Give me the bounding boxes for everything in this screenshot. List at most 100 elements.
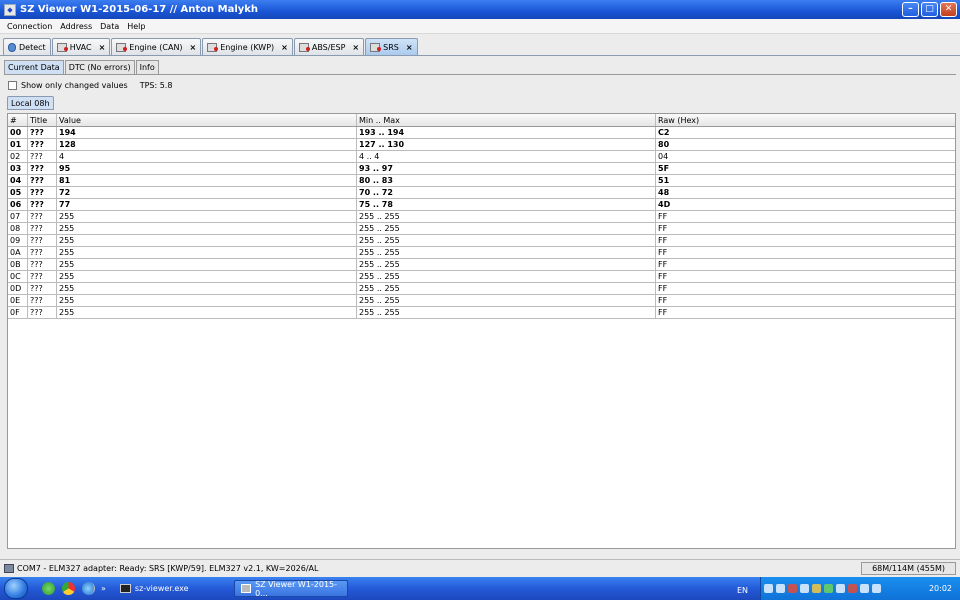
- tab-current-data[interactable]: Current Data: [4, 60, 64, 74]
- cell-number: 0E: [8, 295, 28, 306]
- cell-title: ???: [28, 163, 57, 174]
- cell-minmax: 255 .. 255: [357, 247, 656, 258]
- table-row[interactable]: 00??? 194 193 .. 194 C2: [8, 127, 955, 139]
- data-tabs: Current Data DTC (No errors) Info: [4, 60, 159, 74]
- table-row[interactable]: 03??? 95 93 .. 97 5F: [8, 163, 955, 175]
- tab-info[interactable]: Info: [135, 60, 159, 74]
- table-row[interactable]: 06??? 77 75 .. 78 4D: [8, 199, 955, 211]
- cell-number: 00: [8, 127, 28, 138]
- cell-value: 95: [57, 163, 357, 174]
- table-row[interactable]: 04??? 81 80 .. 83 51: [8, 175, 955, 187]
- detect-icon: [8, 42, 16, 52]
- cell-number: 08: [8, 223, 28, 234]
- table-row[interactable]: 09??? 255 255 .. 255 FF: [8, 235, 955, 247]
- table-row[interactable]: 0B??? 255 255 .. 255 FF: [8, 259, 955, 271]
- menu-data[interactable]: Data: [96, 22, 123, 31]
- column-header-minmax[interactable]: Min .. Max: [357, 114, 656, 126]
- cell-minmax: 255 .. 255: [357, 283, 656, 294]
- cell-value: 194: [57, 127, 357, 138]
- cell-value: 255: [57, 211, 357, 222]
- table-row[interactable]: 0F??? 255 255 .. 255 FF: [8, 307, 955, 319]
- cell-title: ???: [28, 127, 57, 138]
- cell-minmax: 80 .. 83: [357, 175, 656, 186]
- cell-minmax: 70 .. 72: [357, 187, 656, 198]
- tab-dtc[interactable]: DTC (No errors): [64, 60, 135, 74]
- cell-minmax: 127 .. 130: [357, 139, 656, 150]
- quicklaunch-more-icon[interactable]: »: [101, 584, 106, 593]
- tab-abs-esp[interactable]: ABS/ESP ×: [293, 38, 365, 55]
- cell-value: 255: [57, 295, 357, 306]
- tray-monitor-icon[interactable]: [776, 584, 785, 593]
- sz-viewer-icon: [240, 584, 252, 593]
- tray-dropbox-icon[interactable]: [800, 584, 809, 593]
- internet-explorer-icon[interactable]: [82, 582, 95, 595]
- table-row[interactable]: 08??? 255 255 .. 255 FF: [8, 223, 955, 235]
- taskbar: » sz-viewer.exe SZ Viewer W1-2015-0... 2…: [0, 577, 960, 600]
- chrome-icon[interactable]: [62, 582, 75, 595]
- tab-label: SRS: [383, 43, 399, 52]
- subtab-divider: [4, 74, 956, 75]
- minimize-button[interactable]: –: [902, 2, 919, 17]
- column-header-title[interactable]: Title: [28, 114, 57, 126]
- start-button[interactable]: [4, 578, 28, 599]
- close-button[interactable]: ✕: [940, 2, 957, 17]
- cell-title: ???: [28, 151, 57, 162]
- taskbar-item-sz-viewer[interactable]: SZ Viewer W1-2015-0...: [233, 580, 348, 598]
- table-row[interactable]: 0D??? 255 255 .. 255 FF: [8, 283, 955, 295]
- column-header-number[interactable]: #: [8, 114, 28, 126]
- options-row: Show only changed values TPS: 5.8: [8, 79, 172, 91]
- clock[interactable]: 20:02: [929, 584, 952, 593]
- bluetooth-icon[interactable]: [764, 584, 773, 593]
- tab-detect[interactable]: Detect: [3, 38, 51, 55]
- cell-raw: FF: [658, 212, 668, 221]
- table-row[interactable]: 0C??? 255 255 .. 255 FF: [8, 271, 955, 283]
- language-indicator[interactable]: EN: [737, 586, 748, 595]
- tab-close-icon[interactable]: ×: [190, 43, 197, 52]
- menu-address[interactable]: Address: [56, 22, 96, 31]
- network-icon[interactable]: [860, 584, 869, 593]
- taskbar-item-console[interactable]: sz-viewer.exe: [114, 580, 226, 597]
- tray-app-icon[interactable]: [836, 584, 845, 593]
- tray-app-icon[interactable]: [848, 584, 857, 593]
- maximize-button[interactable]: □: [921, 2, 938, 17]
- tray-app-icon[interactable]: [812, 584, 821, 593]
- tab-close-icon[interactable]: ×: [281, 43, 288, 52]
- menu-connection[interactable]: Connection: [3, 22, 56, 31]
- table-row[interactable]: 0A??? 255 255 .. 255 FF: [8, 247, 955, 259]
- data-table: # Title Value Min .. Max Raw (Hex) 00???…: [7, 113, 956, 549]
- table-row[interactable]: 02??? 4 4 .. 4 04: [8, 151, 955, 163]
- column-header-raw[interactable]: Raw (Hex): [656, 114, 955, 126]
- volume-icon[interactable]: [872, 584, 881, 593]
- tab-engine-can[interactable]: Engine (CAN) ×: [111, 38, 202, 55]
- cell-minmax: 255 .. 255: [357, 235, 656, 246]
- cell-title: ???: [28, 247, 57, 258]
- table-row[interactable]: 07??? 255 255 .. 255 FF: [8, 211, 955, 223]
- adapter-icon: [4, 563, 14, 573]
- table-row[interactable]: 01??? 128 127 .. 130 80: [8, 139, 955, 151]
- tab-local-08h[interactable]: Local 08h: [7, 96, 54, 110]
- cell-minmax: 255 .. 255: [357, 259, 656, 270]
- tab-label: ABS/ESP: [311, 42, 346, 52]
- menu-help[interactable]: Help: [123, 22, 149, 31]
- tab-close-icon[interactable]: ×: [99, 43, 106, 52]
- tray-app-icon[interactable]: [788, 584, 797, 593]
- tab-close-icon[interactable]: ×: [406, 43, 413, 52]
- tray-app-icon[interactable]: [824, 584, 833, 593]
- column-header-value[interactable]: Value: [57, 114, 357, 126]
- cell-raw: FF: [658, 284, 668, 293]
- table-row[interactable]: 05??? 72 70 .. 72 48: [8, 187, 955, 199]
- cell-number: 0B: [8, 259, 28, 270]
- memory-indicator[interactable]: 68M/114M (455M): [861, 562, 956, 575]
- table-row[interactable]: 0E??? 255 255 .. 255 FF: [8, 295, 955, 307]
- cell-number: 0C: [8, 271, 28, 282]
- show-changed-label[interactable]: Show only changed values: [21, 81, 128, 90]
- cell-number: 05: [8, 187, 28, 198]
- quicklaunch-app-icon[interactable]: [42, 582, 55, 595]
- tab-engine-kwp[interactable]: Engine (KWP) ×: [202, 38, 293, 55]
- show-changed-checkbox[interactable]: [8, 80, 17, 90]
- cell-title: ???: [28, 211, 57, 222]
- tab-srs[interactable]: SRS ×: [365, 38, 418, 56]
- tab-close-icon[interactable]: ×: [352, 43, 359, 52]
- module-icon: [207, 42, 219, 52]
- tab-hvac[interactable]: HVAC ×: [51, 38, 111, 55]
